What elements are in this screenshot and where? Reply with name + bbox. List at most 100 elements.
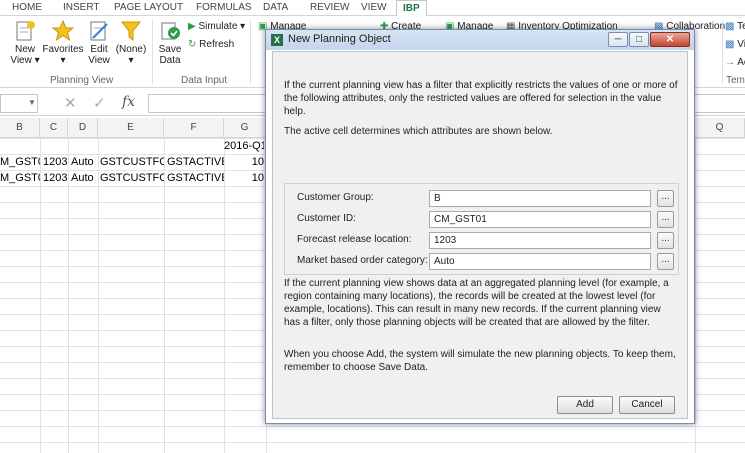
grid-cell[interactable]: 10 [226,170,264,186]
grid-cell[interactable]: GSTACTIVE [167,154,224,170]
new-view-button[interactable]: New View ▾ [8,20,42,66]
ac-label: Ac [737,57,745,68]
save-data-icon [161,22,180,40]
active-cell-note: The active cell determines which attribu… [284,126,553,137]
filter-none-dropdown: ▾ [128,55,134,66]
tab-data[interactable]: DATA [263,0,288,16]
customer-group-label: Customer Group: [297,192,374,203]
customer-id-value-help-button[interactable]: ... [657,211,674,228]
forecast-release-location-input[interactable]: 1203 [429,232,651,249]
period-header-cell[interactable]: 2016-Q1 [224,138,264,154]
new-view-label-2: View ▾ [10,55,40,66]
save-data-button[interactable]: Save Data [156,20,184,66]
grid-cell[interactable]: M_GST02 [0,154,40,170]
dialog-body: If the current planning view has a filte… [272,51,688,419]
refresh-label: Refresh [199,39,235,50]
group-separator [722,20,723,84]
gridline [224,138,225,453]
te-button[interactable]: ▩ Te [725,20,745,34]
save-data-label-1: Save [158,44,182,55]
market-order-category-label: Market based order category: [297,255,428,266]
intro-text: If the current planning view has a filte… [284,80,678,117]
new-view-label-1: New [14,44,35,55]
edit-view-button[interactable]: Edit View [85,20,113,66]
new-view-icon [16,21,35,41]
favorites-label: Favorites [42,44,84,55]
save-data-label-2: Data [159,55,181,66]
grid-cell[interactable]: 10 [226,154,264,170]
gridline [695,138,696,453]
column-header[interactable]: B [0,118,40,138]
gridline [164,138,165,453]
gridline [98,138,99,453]
filter-none-button[interactable]: (None) ▾ [114,20,148,66]
close-icon: ✕ [665,34,675,45]
tab-home[interactable]: HOME [12,0,42,16]
ac-icon: → [725,57,735,68]
favorites-button[interactable]: Favorites ▾ [42,20,84,66]
grid-cell[interactable]: GSTCUSTFCST [100,154,164,170]
forecast-release-location-value-help-button[interactable]: ... [657,232,674,249]
star-icon [52,20,74,42]
grid-cell[interactable]: GSTACTIVE [167,170,224,186]
grid-cell[interactable]: Auto [71,154,98,170]
ac-button[interactable]: → Ac [725,56,745,70]
grid-cell[interactable]: 1203 [43,154,68,170]
fx-icon[interactable]: fx [122,94,135,110]
aggregate-note: If the current planning view shows data … [284,278,669,328]
tab-formulas[interactable]: FORMULAS [196,0,252,16]
dialog-titlebar[interactable]: X New Planning Object ─ □ ✕ [266,30,694,50]
column-header[interactable]: F [164,118,224,138]
group-separator [250,20,251,84]
refresh-button[interactable]: ↻ Refresh [188,38,234,52]
group-separator [152,20,153,84]
simulate-icon: ▶ [188,21,196,32]
tab-page-layout[interactable]: PAGE LAYOUT [114,0,183,16]
temp-group-label: Temp [726,75,745,86]
edit-view-icon [90,21,108,41]
simulate-button[interactable]: ▶ Simulate ▾ [188,20,245,34]
column-header[interactable]: C [40,118,68,138]
customer-id-input[interactable]: CM_GST01 [429,211,651,228]
vi-button[interactable]: ▩ Vi [725,38,745,52]
market-order-category-value-help-button[interactable]: ... [657,253,674,270]
check-icon[interactable]: ✓ [93,94,106,112]
tab-review[interactable]: REVIEW [310,0,349,16]
cancel-button[interactable]: Cancel [619,396,675,414]
cancel-icon[interactable]: ✕ [64,94,77,112]
minimize-icon: ─ [614,34,622,45]
column-header[interactable]: D [68,118,98,138]
column-header[interactable]: Q [695,118,745,138]
grid-cell[interactable]: 1203 [43,170,68,186]
add-button[interactable]: Add [557,396,613,414]
market-order-category-input[interactable]: Auto [429,253,651,270]
tab-ibp[interactable]: IBP [396,0,427,16]
customer-group-value-help-button[interactable]: ... [657,190,674,207]
vi-label: Vi [737,39,745,50]
customer-group-input[interactable]: B [429,190,651,207]
maximize-button[interactable]: □ [629,32,649,47]
excel-icon: X [271,34,283,46]
gridline [40,138,41,453]
close-button[interactable]: ✕ [650,32,690,47]
minimize-button[interactable]: ─ [608,32,628,47]
add-note: When you choose Add, the system will sim… [284,349,676,373]
edit-view-label-2: View [88,55,110,66]
column-header[interactable]: G [224,118,266,138]
customer-id-label: Customer ID: [297,213,356,224]
filter-icon [120,21,142,41]
grid-cell[interactable]: GSTCUSTFCST [100,170,164,186]
column-header[interactable]: E [98,118,164,138]
grid-cell[interactable]: M_GST01 [0,170,40,186]
tab-insert[interactable]: INSERT [63,0,100,16]
filter-none-label: (None) [115,44,147,55]
forecast-release-location-label: Forecast release location: [297,234,412,245]
tab-view[interactable]: VIEW [361,0,387,16]
grid-cell[interactable]: Auto [71,170,98,186]
ribbon-tabs: HOME INSERT PAGE LAYOUT FORMULAS DATA RE… [0,0,745,16]
data-input-group-label: Data Input [181,75,228,86]
refresh-icon: ↻ [188,39,197,50]
favorites-dropdown: ▾ [60,55,66,66]
te-icon: ▩ [725,21,735,32]
name-box-dropdown-icon[interactable]: ▼ [28,98,36,107]
